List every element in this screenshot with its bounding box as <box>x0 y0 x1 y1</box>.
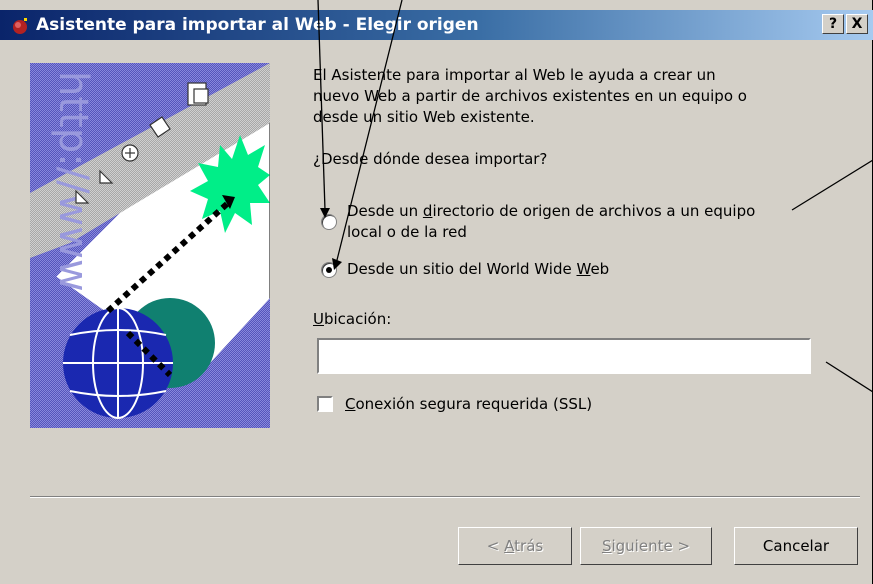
radio-local-directory-label[interactable]: Desde un directorio de origen de archivo… <box>347 202 755 220</box>
intro-line-1: El Asistente para importar al Web le ayu… <box>313 66 716 84</box>
divider <box>30 496 860 498</box>
question-label: ¿Desde dónde desea importar? <box>313 150 548 168</box>
radio-local-directory[interactable] <box>321 214 337 230</box>
location-label: Ubicación: <box>313 310 392 328</box>
help-button[interactable]: ? <box>822 14 844 34</box>
title-bar[interactable]: Asistente para importar al Web - Elegir … <box>0 10 873 40</box>
wizard-illustration: http://www <box>30 63 270 428</box>
ssl-checkbox[interactable] <box>317 396 333 412</box>
window-title: Asistente para importar al Web - Elegir … <box>36 15 479 35</box>
cancel-button[interactable]: Cancelar <box>734 527 858 565</box>
ssl-label[interactable]: Conexión segura requerida (SSL) <box>345 395 592 413</box>
vertical-url-text: http://www <box>50 71 96 292</box>
radio-local-directory-label-line2: local o de la red <box>347 223 467 241</box>
next-button[interactable]: Siguiente > <box>580 527 712 565</box>
location-input[interactable] <box>317 338 811 374</box>
intro-line-3: desde un sitio Web existente. <box>313 108 535 126</box>
back-button[interactable]: < Atrás <box>458 527 572 565</box>
radio-world-wide-web[interactable] <box>321 262 337 278</box>
app-icon <box>13 18 27 34</box>
dialog-window: Asistente para importar al Web - Elegir … <box>0 0 873 584</box>
radio-selected-dot <box>326 267 332 273</box>
radio-world-wide-web-label[interactable]: Desde un sitio del World Wide Web <box>347 260 609 278</box>
close-button[interactable]: X <box>846 14 868 34</box>
intro-line-2: nuevo Web a partir de archivos existente… <box>313 87 747 105</box>
